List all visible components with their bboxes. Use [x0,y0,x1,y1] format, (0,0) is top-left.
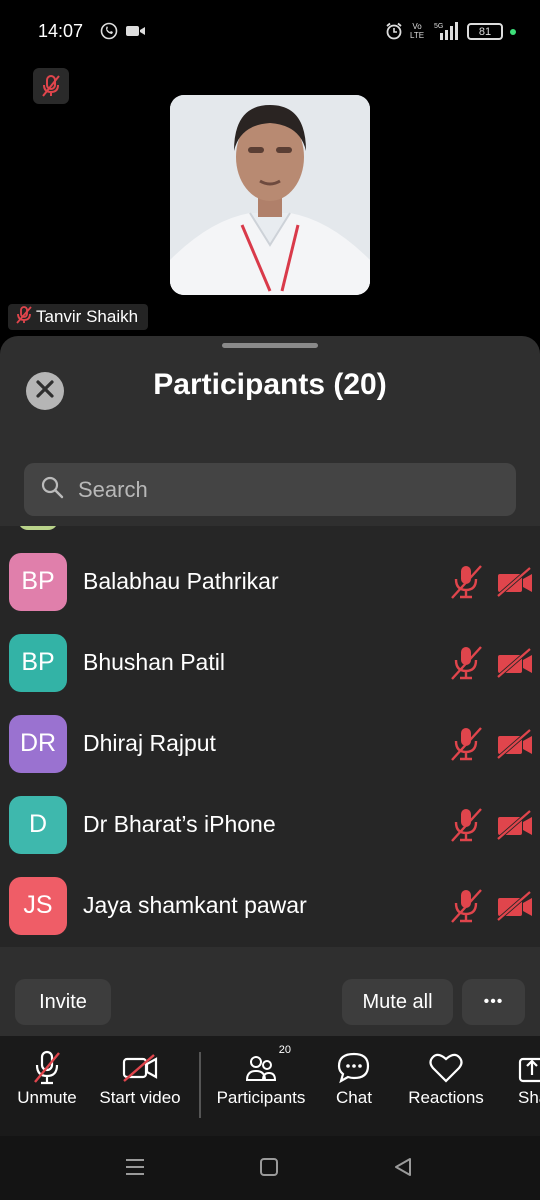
speaker-name: Tanvir Shaikh [36,307,139,326]
avatar: JS [9,876,67,935]
share-icon [518,1050,540,1086]
search-input[interactable] [78,476,478,503]
muted-mic-icon [33,68,69,104]
start-video-label: Start video [99,1088,181,1107]
unmute-button[interactable]: Unmute [10,1036,84,1136]
participants-sheet: Participants (20) BP Balabhau Pathrikar … [0,336,540,1036]
mic-muted-icon [449,888,483,924]
participant-row[interactable]: BP Balabhau Pathrikar [0,541,540,622]
drag-handle[interactable] [222,343,318,348]
muted-mic-icon [16,305,32,329]
close-button[interactable] [26,372,64,410]
heart-icon [428,1050,464,1086]
participant-name: Jaya shamkant pawar [83,892,307,918]
participant-photo [170,95,370,295]
chat-icon [337,1050,371,1086]
participant-row[interactable]: BP Bhushan Patil [0,622,540,703]
unmute-label: Unmute [17,1088,77,1107]
search-bar[interactable] [24,463,516,516]
video-status-icon [126,20,146,42]
chat-button[interactable]: Chat [324,1036,384,1136]
participant-name: Bhushan Patil [83,649,225,675]
toolbar-divider [199,1052,201,1118]
reactions-label: Reactions [408,1088,484,1107]
more-options-button[interactable]: ••• [462,979,525,1025]
participant-name: Dhiraj Rajput [83,730,216,756]
svg-text:5G: 5G [434,23,443,30]
participants-count-badge: 20 [278,1044,291,1056]
volte-indicator: Vo LTE [409,22,425,40]
charging-dot [510,29,516,35]
reactions-button[interactable]: Reactions [404,1036,488,1136]
video-off-icon [496,808,534,841]
mic-muted-icon [449,645,483,681]
participants-button[interactable]: 20 Participants [214,1036,308,1136]
recent-apps-button[interactable] [120,1154,150,1184]
invite-button[interactable]: Invite [15,979,111,1025]
video-off-icon [496,727,534,760]
participant-list: BP Balabhau Pathrikar BP Bhushan Patil D… [0,526,540,947]
avatar [18,526,58,530]
avatar: DR [9,714,67,773]
speaker-name-tag: Tanvir Shaikh [8,304,149,330]
share-button[interactable]: Sha [512,1036,540,1136]
participant-name: Dr Bharat’s iPhone [83,811,276,837]
battery-indicator: 81 [467,23,503,40]
mic-off-icon [32,1050,62,1086]
participant-row[interactable]: DR Dhiraj Rajput [0,703,540,784]
participants-title: Participants (20) [153,368,387,401]
home-icon [259,1157,279,1182]
video-off-icon [496,565,534,598]
back-button[interactable] [388,1154,418,1184]
mic-muted-icon [449,564,483,600]
start-video-button[interactable]: Start video [95,1036,185,1136]
avatar: BP [9,633,67,692]
video-off-icon [121,1050,159,1086]
search-icon [40,475,64,504]
share-label: Sha [518,1088,540,1107]
meeting-toolbar: Unmute Start video 20 Participants Chat … [0,1036,540,1136]
mic-muted-icon [449,726,483,762]
system-nav-bar [0,1136,540,1200]
close-icon [35,379,55,404]
video-off-icon [496,889,534,922]
avatar: BP [9,552,67,611]
home-button[interactable] [254,1154,284,1184]
video-off-icon [496,646,534,679]
whatsapp-icon [100,20,118,42]
chat-label: Chat [336,1088,372,1107]
status-bar: 14:07 Vo LTE 5G 81 [0,0,540,64]
participants-label: Participants [216,1088,306,1107]
participant-row[interactable]: D Dr Bharat’s iPhone [0,784,540,865]
status-time: 14:07 [38,21,84,41]
mute-all-button[interactable]: Mute all [342,979,453,1025]
people-icon: 20 [245,1044,291,1086]
avatar: D [9,795,67,854]
menu-icon [124,1157,146,1182]
participant-row[interactable]: JS Jaya shamkant pawar [0,865,540,946]
back-icon [393,1157,413,1182]
participant-name: Balabhau Pathrikar [83,568,279,594]
signal-icon: 5G [434,20,462,42]
mic-muted-icon [449,807,483,843]
alarm-icon [385,20,403,42]
